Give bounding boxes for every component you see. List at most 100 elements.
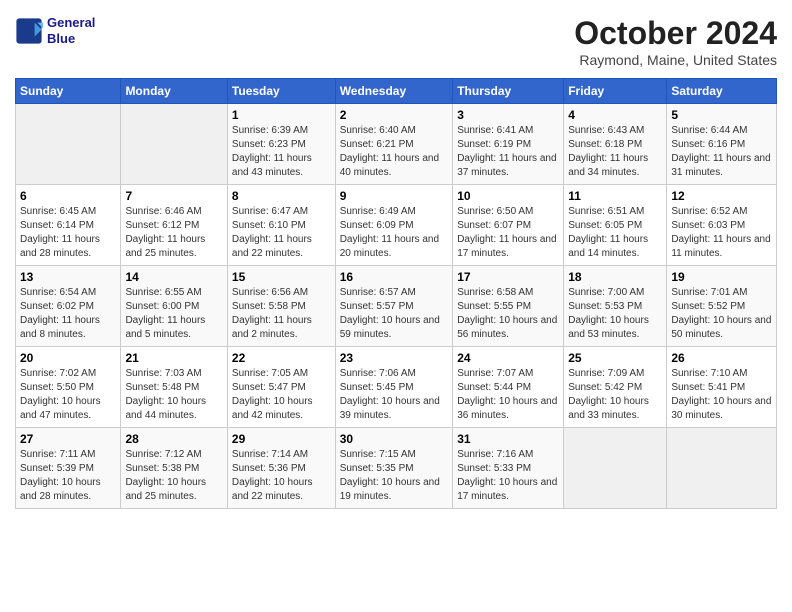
calendar-cell	[564, 428, 667, 509]
calendar-cell: 6Sunrise: 6:45 AM Sunset: 6:14 PM Daylig…	[16, 185, 121, 266]
calendar-cell: 27 Sunrise: 7:11 AM Sunset: 5:39 PM Dayli…	[16, 428, 121, 509]
day-number: 12	[671, 189, 772, 203]
day-number: 22	[232, 351, 331, 365]
header-row: SundayMondayTuesdayWednesdayThursdayFrid…	[16, 79, 777, 104]
day-info: Sunrise: 6:54 AM Sunset: 6:02 PM Dayligh…	[20, 286, 116, 342]
calendar-cell: 29Sunrise: 7:14 AM Sunset: 5:36 PM Dayli…	[227, 428, 335, 509]
day-number: 15	[232, 270, 331, 284]
calendar-cell: 25 Sunrise: 7:09 AM Sunset: 5:42 PM Dayli…	[564, 347, 667, 428]
calendar-cell: 14 Sunrise: 6:55 AM Sunset: 6:00 PM Dayli…	[121, 266, 227, 347]
calendar-cell	[16, 104, 121, 185]
day-info: Sunrise: 6:57 AM Sunset: 5:57 PM Dayligh…	[340, 286, 449, 342]
day-number: 4	[568, 108, 662, 122]
day-info: Sunrise: 7:14 AM Sunset: 5:36 PM Dayligh…	[232, 448, 331, 504]
calendar-cell: 13Sunrise: 6:54 AM Sunset: 6:02 PM Dayli…	[16, 266, 121, 347]
day-info: Sunrise: 6:40 AM Sunset: 6:21 PM Dayligh…	[340, 124, 449, 180]
title-block: October 2024 Raymond, Maine, United Stat…	[574, 15, 777, 68]
day-info: Sunrise: 7:03 AM Sunset: 5:48 PM Dayligh…	[125, 367, 222, 423]
day-info: Sunrise: 7:12 AM Sunset: 5:38 PM Dayligh…	[125, 448, 222, 504]
header-wednesday: Wednesday	[335, 79, 453, 104]
day-number: 23	[340, 351, 449, 365]
calendar-cell: 1 Sunrise: 6:39 AM Sunset: 6:23 PM Daylig…	[227, 104, 335, 185]
day-info: Sunrise: 7:06 AM Sunset: 5:45 PM Dayligh…	[340, 367, 449, 423]
day-number: 1	[232, 108, 331, 122]
calendar-cell: 5Sunrise: 6:44 AM Sunset: 6:16 PM Daylig…	[667, 104, 777, 185]
day-info: Sunrise: 7:10 AM Sunset: 5:41 PM Dayligh…	[671, 367, 772, 423]
day-info: Sunrise: 6:39 AM Sunset: 6:23 PM Dayligh…	[232, 124, 331, 180]
day-number: 2	[340, 108, 449, 122]
calendar-cell: 11 Sunrise: 6:51 AM Sunset: 6:05 PM Dayli…	[564, 185, 667, 266]
day-number: 6	[20, 189, 116, 203]
day-number: 11	[568, 189, 662, 203]
day-info: Sunrise: 7:16 AM Sunset: 5:33 PM Dayligh…	[457, 448, 559, 504]
calendar-cell: 21 Sunrise: 7:03 AM Sunset: 5:48 PM Dayli…	[121, 347, 227, 428]
calendar-cell: 15Sunrise: 6:56 AM Sunset: 5:58 PM Dayli…	[227, 266, 335, 347]
page-header: General Blue October 2024 Raymond, Maine…	[15, 15, 777, 68]
calendar-cell: 19Sunrise: 7:01 AM Sunset: 5:52 PM Dayli…	[667, 266, 777, 347]
day-number: 25	[568, 351, 662, 365]
calendar-cell: 7Sunrise: 6:46 AM Sunset: 6:12 PM Daylig…	[121, 185, 227, 266]
day-info: Sunrise: 6:50 AM Sunset: 6:07 PM Dayligh…	[457, 205, 559, 261]
header-thursday: Thursday	[453, 79, 564, 104]
header-monday: Monday	[121, 79, 227, 104]
day-number: 3	[457, 108, 559, 122]
calendar-cell: 8 Sunrise: 6:47 AM Sunset: 6:10 PM Daylig…	[227, 185, 335, 266]
day-number: 31	[457, 432, 559, 446]
day-info: Sunrise: 6:43 AM Sunset: 6:18 PM Dayligh…	[568, 124, 662, 180]
calendar-cell: 18Sunrise: 7:00 AM Sunset: 5:53 PM Dayli…	[564, 266, 667, 347]
day-number: 17	[457, 270, 559, 284]
day-info: Sunrise: 7:09 AM Sunset: 5:42 PM Dayligh…	[568, 367, 662, 423]
header-sunday: Sunday	[16, 79, 121, 104]
calendar-cell: 26 Sunrise: 7:10 AM Sunset: 5:41 PM Dayli…	[667, 347, 777, 428]
day-number: 28	[125, 432, 222, 446]
day-number: 26	[671, 351, 772, 365]
calendar-cell: 30Sunrise: 7:15 AM Sunset: 5:35 PM Dayli…	[335, 428, 453, 509]
calendar-body: 1 Sunrise: 6:39 AM Sunset: 6:23 PM Daylig…	[16, 104, 777, 509]
calendar-title: October 2024	[574, 15, 777, 52]
header-saturday: Saturday	[667, 79, 777, 104]
calendar-cell: 22 Sunrise: 7:05 AM Sunset: 5:47 PM Dayli…	[227, 347, 335, 428]
day-info: Sunrise: 6:47 AM Sunset: 6:10 PM Dayligh…	[232, 205, 331, 261]
day-info: Sunrise: 7:01 AM Sunset: 5:52 PM Dayligh…	[671, 286, 772, 342]
day-info: Sunrise: 7:05 AM Sunset: 5:47 PM Dayligh…	[232, 367, 331, 423]
calendar-cell: 17 Sunrise: 6:58 AM Sunset: 5:55 PM Dayli…	[453, 266, 564, 347]
calendar-cell: 3 Sunrise: 6:41 AM Sunset: 6:19 PM Daylig…	[453, 104, 564, 185]
day-number: 10	[457, 189, 559, 203]
header-friday: Friday	[564, 79, 667, 104]
day-number: 27	[20, 432, 116, 446]
day-info: Sunrise: 6:44 AM Sunset: 6:16 PM Dayligh…	[671, 124, 772, 180]
week-row-4: 27 Sunrise: 7:11 AM Sunset: 5:39 PM Dayli…	[16, 428, 777, 509]
day-info: Sunrise: 6:58 AM Sunset: 5:55 PM Dayligh…	[457, 286, 559, 342]
day-info: Sunrise: 6:52 AM Sunset: 6:03 PM Dayligh…	[671, 205, 772, 261]
day-info: Sunrise: 6:49 AM Sunset: 6:09 PM Dayligh…	[340, 205, 449, 261]
calendar-cell	[667, 428, 777, 509]
calendar-cell: 12 Sunrise: 6:52 AM Sunset: 6:03 PM Dayli…	[667, 185, 777, 266]
calendar-subtitle: Raymond, Maine, United States	[574, 52, 777, 68]
day-info: Sunrise: 6:51 AM Sunset: 6:05 PM Dayligh…	[568, 205, 662, 261]
day-info: Sunrise: 7:02 AM Sunset: 5:50 PM Dayligh…	[20, 367, 116, 423]
calendar-cell: 2 Sunrise: 6:40 AM Sunset: 6:21 PM Daylig…	[335, 104, 453, 185]
calendar-cell: 10 Sunrise: 6:50 AM Sunset: 6:07 PM Dayli…	[453, 185, 564, 266]
header-tuesday: Tuesday	[227, 79, 335, 104]
day-info: Sunrise: 7:11 AM Sunset: 5:39 PM Dayligh…	[20, 448, 116, 504]
day-info: Sunrise: 6:55 AM Sunset: 6:00 PM Dayligh…	[125, 286, 222, 342]
day-number: 8	[232, 189, 331, 203]
day-number: 21	[125, 351, 222, 365]
week-row-0: 1 Sunrise: 6:39 AM Sunset: 6:23 PM Daylig…	[16, 104, 777, 185]
day-number: 14	[125, 270, 222, 284]
logo-line1: General	[47, 15, 95, 31]
day-number: 7	[125, 189, 222, 203]
logo-icon	[15, 17, 43, 45]
day-info: Sunrise: 6:41 AM Sunset: 6:19 PM Dayligh…	[457, 124, 559, 180]
day-number: 30	[340, 432, 449, 446]
day-info: Sunrise: 7:07 AM Sunset: 5:44 PM Dayligh…	[457, 367, 559, 423]
calendar-table: SundayMondayTuesdayWednesdayThursdayFrid…	[15, 78, 777, 509]
day-number: 24	[457, 351, 559, 365]
logo: General Blue	[15, 15, 95, 46]
day-number: 18	[568, 270, 662, 284]
calendar-cell: 28 Sunrise: 7:12 AM Sunset: 5:38 PM Dayli…	[121, 428, 227, 509]
calendar-header: SundayMondayTuesdayWednesdayThursdayFrid…	[16, 79, 777, 104]
calendar-cell	[121, 104, 227, 185]
calendar-cell: 9Sunrise: 6:49 AM Sunset: 6:09 PM Daylig…	[335, 185, 453, 266]
week-row-1: 6Sunrise: 6:45 AM Sunset: 6:14 PM Daylig…	[16, 185, 777, 266]
